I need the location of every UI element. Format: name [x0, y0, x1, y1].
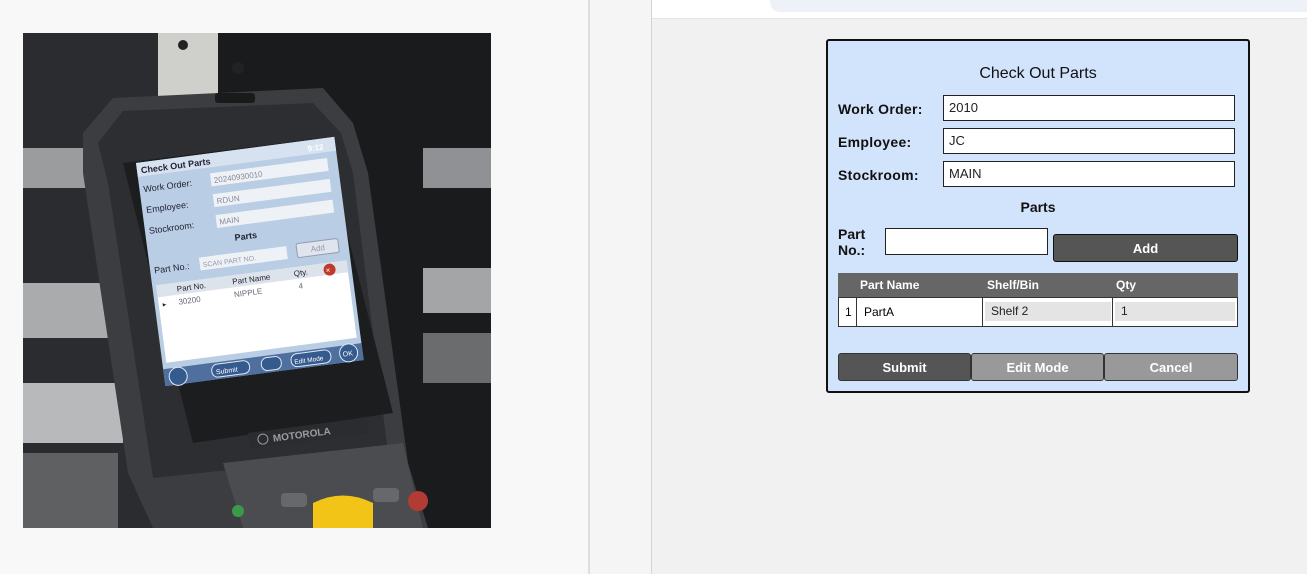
- employee-label: Employee:: [838, 134, 912, 150]
- submit-button[interactable]: Submit: [838, 353, 971, 381]
- part-no-label: Part No.:: [838, 226, 865, 258]
- left-pane: Check Out Parts 9:12 Work Order: 2024093…: [0, 0, 588, 574]
- work-order-label: Work Order:: [838, 101, 923, 117]
- check-out-form: Check Out Parts Work Order: 2010 Employe…: [826, 39, 1250, 393]
- column-shelf-bin: Shelf/Bin: [987, 278, 1040, 292]
- stockroom-input[interactable]: MAIN: [943, 161, 1235, 187]
- row-qty[interactable]: 1: [1115, 302, 1235, 321]
- table-header: Part Name Shelf/Bin Qty: [838, 273, 1238, 297]
- photo-soft-ok: OK: [342, 350, 353, 358]
- address-bar[interactable]: [770, 0, 1307, 12]
- gap-strip: [590, 0, 651, 574]
- stockroom-label: Stockroom:: [838, 167, 919, 183]
- device-photo: Check Out Parts 9:12 Work Order: 2024093…: [23, 33, 491, 528]
- work-order-input[interactable]: 2010: [943, 95, 1235, 121]
- add-button[interactable]: Add: [1053, 234, 1238, 262]
- photo-col-qty: Qty.: [293, 268, 308, 279]
- column-part-name: Part Name: [860, 278, 920, 292]
- employee-input[interactable]: JC: [943, 128, 1235, 154]
- row-index: 1: [845, 305, 852, 319]
- column-qty: Qty: [1116, 278, 1137, 292]
- row-part-name: PartA: [864, 305, 895, 319]
- cancel-button[interactable]: Cancel: [1104, 353, 1238, 381]
- form-title: Check Out Parts: [979, 65, 1097, 82]
- part-no-input[interactable]: [885, 228, 1048, 255]
- row-shelf-bin[interactable]: Shelf 2: [985, 302, 1111, 321]
- parts-table: Part Name Shelf/Bin Qty 1 PartA Shelf 2 …: [838, 273, 1238, 327]
- edit-mode-button[interactable]: Edit Mode: [971, 353, 1104, 381]
- parts-heading: Parts: [1020, 199, 1056, 215]
- part-no-label-line-2: No.:: [838, 242, 866, 258]
- photo-add-label: Add: [310, 243, 325, 254]
- browser-toolbar: [652, 0, 1307, 19]
- table-row[interactable]: 1 PartA Shelf 2 1: [838, 297, 1238, 327]
- part-no-label-line-1: Part: [838, 226, 866, 242]
